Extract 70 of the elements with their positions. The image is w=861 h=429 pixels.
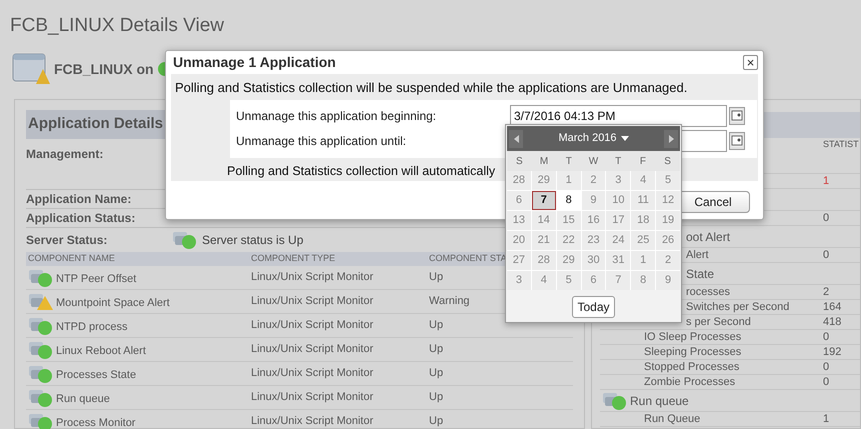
component-name: Mountpoint Space Alert xyxy=(56,296,170,312)
weekday-label: S xyxy=(515,154,524,168)
statistic-label: Sleeping Processes xyxy=(644,346,742,358)
component-status: Up xyxy=(429,366,444,382)
statistic-value: 418 xyxy=(823,314,842,330)
component-type: Linux/Unix Script Monitor xyxy=(251,366,374,382)
column-header: STATIST xyxy=(823,138,860,152)
component-name: NTP Peer Offset xyxy=(56,272,136,288)
component-name: Run queue xyxy=(56,392,110,408)
group-label: Run queue xyxy=(630,392,689,410)
statistic-value: 0 xyxy=(823,210,830,226)
close-button[interactable]: × xyxy=(743,55,758,70)
statistic-label: Run Queue xyxy=(644,412,700,425)
component-type: Linux/Unix Script Monitor xyxy=(251,294,374,310)
statistic-value: 2 xyxy=(823,284,830,300)
statistic-label: s per Second xyxy=(686,316,751,328)
group-label: oot Alert xyxy=(686,228,730,246)
component-type: Linux/Unix Script Monitor xyxy=(251,318,374,334)
component-type: Linux/Unix Script Monitor xyxy=(251,390,374,406)
field-label: Unmanage this application beginning: xyxy=(236,108,438,125)
statistic-value: 0 xyxy=(823,360,830,375)
statistic-value: 164 xyxy=(823,300,842,315)
component-status: Up xyxy=(429,414,444,429)
dialog-title: Unmanage 1 Application xyxy=(172,53,336,72)
component-status: Up xyxy=(429,270,444,286)
statistic-value: 0 xyxy=(823,330,830,345)
field-label: Unmanage this application until: xyxy=(236,133,408,150)
group-label: State xyxy=(686,266,714,282)
field-label: Server Status: xyxy=(26,232,108,249)
today-button[interactable]: Today xyxy=(572,296,615,318)
component-status: Up xyxy=(429,342,444,358)
statistic-value: 0 xyxy=(823,248,830,263)
component-name: Linux Reboot Alert xyxy=(56,344,146,360)
statistic-label: Switches per Second xyxy=(686,300,790,313)
component-type: Linux/Unix Script Monitor xyxy=(251,414,374,429)
component-status: Warning xyxy=(429,294,470,310)
weekday-label: M xyxy=(538,154,550,168)
dialog-message: Polling and Statistics collection will be suspended while the applications are Unmanaged. xyxy=(175,79,688,97)
component-name: NTPD process xyxy=(56,320,128,336)
column-header: COMPONENT NAME xyxy=(27,252,116,266)
statistic-value: 0 xyxy=(823,374,830,390)
weekday-label: T xyxy=(564,154,573,168)
component-type: Linux/Unix Script Monitor xyxy=(251,342,374,358)
component-name: Process Monitor xyxy=(56,416,136,429)
statistic-label: Alert xyxy=(686,248,709,261)
component-status: Up xyxy=(429,390,444,406)
field-label: Application Name: xyxy=(26,191,132,208)
component-status: Up xyxy=(429,318,444,334)
statistic-value: 1 xyxy=(823,412,830,427)
field-value: Server status is Up xyxy=(202,232,304,249)
component-type: Linux/Unix Script Monitor xyxy=(251,270,374,286)
statistic-label: IO Sleep Processes xyxy=(644,330,742,343)
statistic-value: 192 xyxy=(823,344,842,360)
component-name: Processes State xyxy=(56,368,136,384)
statistic-label: rocesses xyxy=(686,286,730,298)
weekday-label: S xyxy=(663,154,672,168)
weekday-label: W xyxy=(588,154,600,168)
weekday-label: F xyxy=(638,154,647,168)
calendar-day[interactable]: 7 xyxy=(532,191,556,210)
statistic-label: Zombie Processes xyxy=(644,376,736,388)
statistic-value: 1 xyxy=(823,174,830,189)
node-name: FCB_LINUX on xyxy=(54,60,154,78)
field-label: Application Status: xyxy=(26,210,136,227)
statistic-label: Stopped Processes xyxy=(644,360,740,373)
field-label: Management: xyxy=(26,146,104,163)
column-header: COMPONENT TYPE xyxy=(251,252,336,266)
page-title: FCB_LINUX Details View xyxy=(9,14,224,38)
dialog-note: Polling and Statistics collection will automatically xyxy=(227,162,496,180)
panel-title: Application Details xyxy=(28,114,164,134)
weekday-label: T xyxy=(614,154,622,168)
